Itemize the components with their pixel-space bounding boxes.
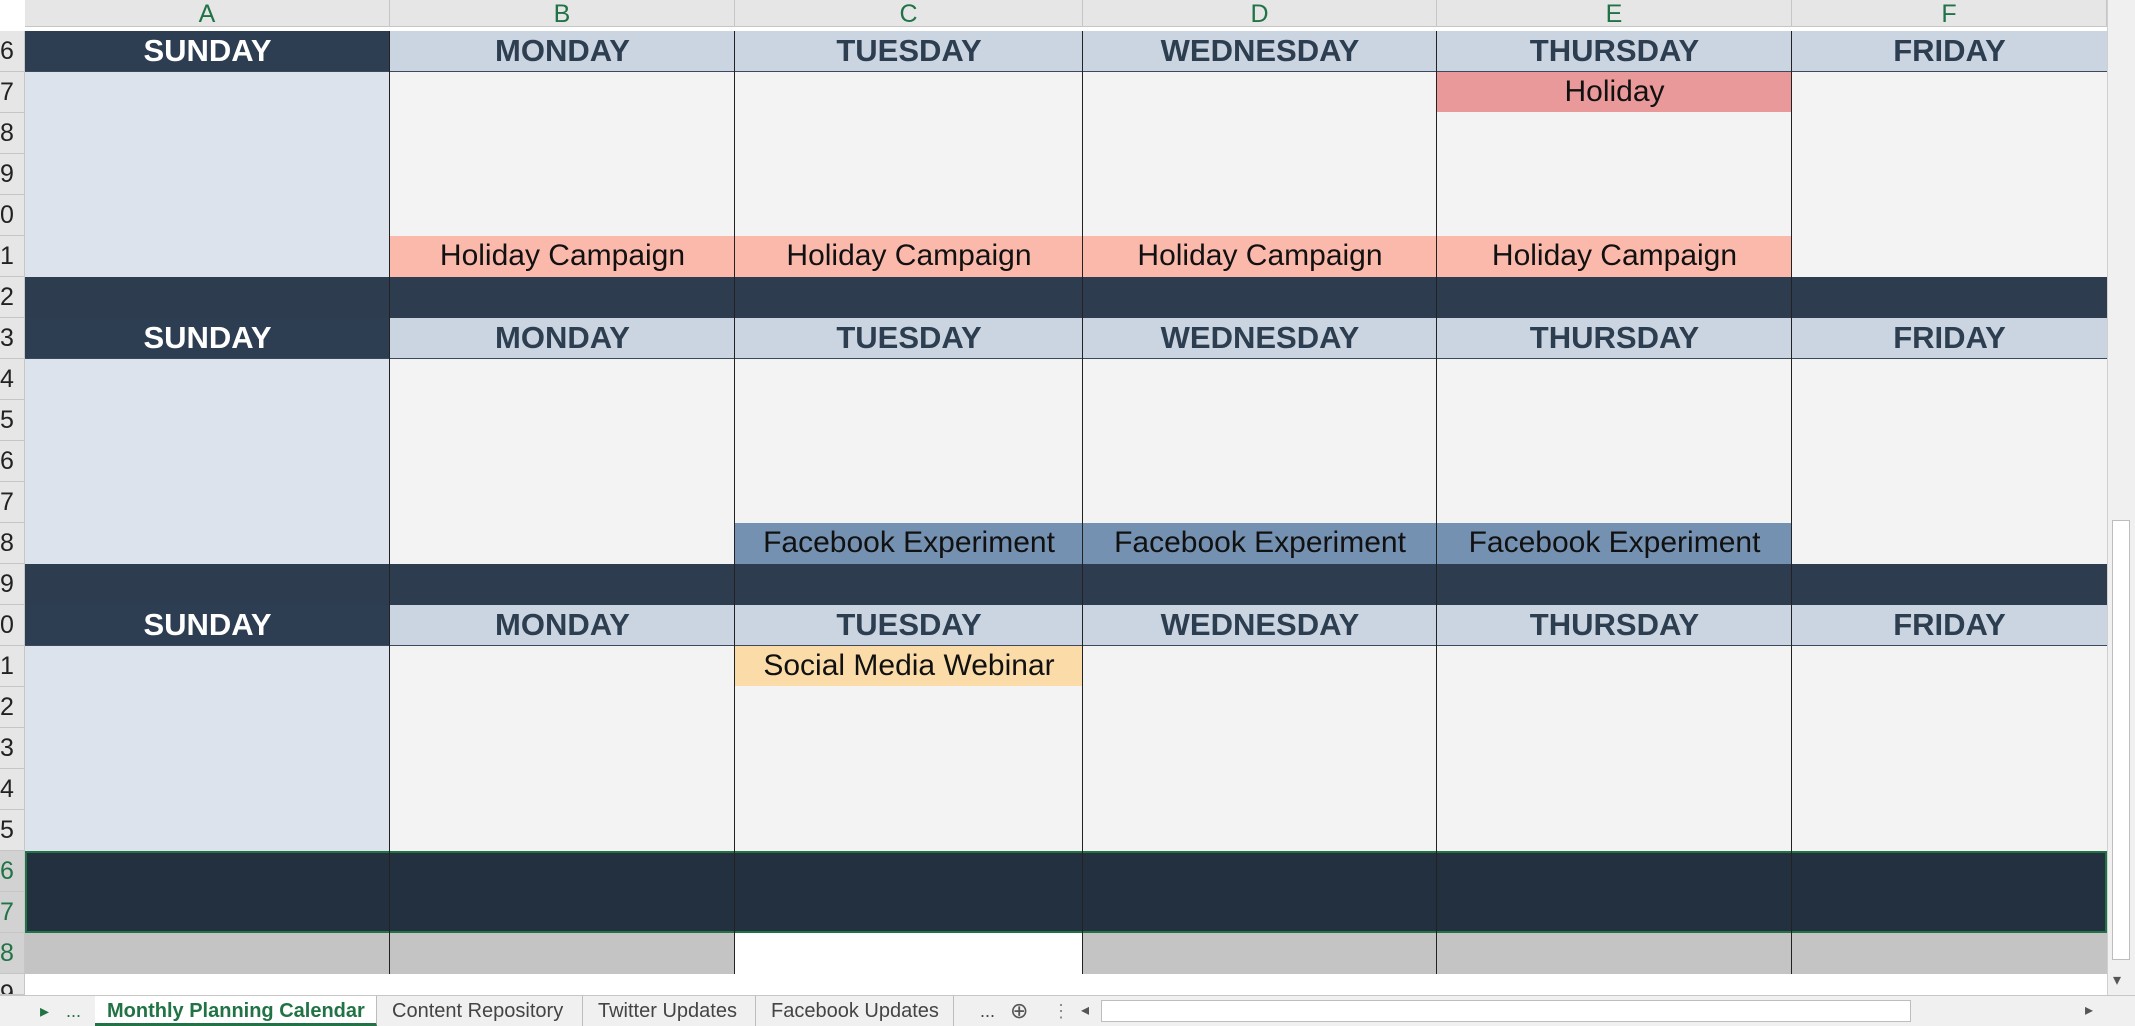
row-header[interactable]: 7 [0,72,25,113]
day-cell-wednesday[interactable] [1083,646,1437,851]
event-holiday-campaign[interactable]: Holiday Campaign [390,236,735,277]
tab-content-repository[interactable]: Content Repository [380,996,583,1026]
row-header[interactable]: 2 [0,687,25,728]
day-header-tuesday[interactable]: TUESDAY [735,605,1083,646]
selected-range[interactable] [25,851,2107,933]
row-header[interactable]: 9 [0,154,25,195]
day-cell-friday[interactable] [1792,646,2107,851]
day-header-friday[interactable]: FRIDAY [1792,605,2107,646]
event-facebook-experiment[interactable]: Facebook Experiment [1083,523,1437,564]
row-header[interactable]: 4 [0,769,25,810]
row-header[interactable]: 1 [0,236,25,277]
row-header[interactable]: 9 [0,564,25,605]
vertical-scroll-thumb[interactable] [2112,520,2130,960]
row-header-selected[interactable]: 7 [0,892,25,933]
row-header-selected[interactable]: 6 [0,851,25,892]
day-header-thursday[interactable]: THURSDAY [1437,31,1792,72]
row-header-selected[interactable]: 8 [0,933,25,974]
gray-row-cell[interactable] [25,933,390,974]
tab-bar-menu-icon[interactable]: ⋮ [1052,996,1070,1026]
day-header-friday[interactable]: FRIDAY [1792,31,2107,72]
row-header[interactable]: 0 [0,195,25,236]
column-header-d[interactable]: D [1083,0,1437,28]
day-header-tuesday[interactable]: TUESDAY [735,318,1083,359]
day-cell-friday[interactable] [1792,359,2107,564]
week-separator [25,564,2107,605]
sheet-tab-bar: ▸ ... Monthly Planning Calendar Content … [0,995,2135,1026]
gray-row-cell[interactable] [1083,933,1437,974]
day-header-monday[interactable]: MONDAY [390,318,735,359]
row-header[interactable]: 9 [0,974,25,995]
column-border [734,31,735,974]
row-header[interactable]: 4 [0,359,25,400]
horizontal-scrollbar[interactable]: ◂ ▸ [1075,998,2135,1024]
row-header[interactable]: 8 [0,113,25,154]
day-header-friday[interactable]: FRIDAY [1792,318,2107,359]
day-header-wednesday[interactable]: WEDNESDAY [1083,31,1437,72]
tab-scroll-next-icon[interactable]: ▸ [40,996,49,1026]
column-border [1436,31,1437,974]
row-header[interactable]: 6 [0,31,25,72]
gray-row-cell[interactable] [390,933,735,974]
column-border [1791,31,1792,974]
day-header-thursday[interactable]: THURSDAY [1437,318,1792,359]
event-holiday-campaign[interactable]: Holiday Campaign [1437,236,1792,277]
column-border [1082,31,1083,974]
gray-row-cell[interactable] [1792,933,2107,974]
day-header-monday[interactable]: MONDAY [390,605,735,646]
tab-more-left[interactable]: ... [66,996,81,1026]
row-header[interactable]: 7 [0,482,25,523]
vertical-scrollbar[interactable]: ▾ [2107,0,2135,995]
column-header-b[interactable]: B [390,0,735,28]
white-row-cell[interactable] [735,933,1083,974]
add-sheet-icon[interactable]: ⊕ [1010,996,1028,1026]
row-header[interactable]: 2 [0,277,25,318]
day-header-thursday[interactable]: THURSDAY [1437,605,1792,646]
column-header-a[interactable]: A [25,0,390,28]
day-header-wednesday[interactable]: WEDNESDAY [1083,318,1437,359]
tab-facebook-updates[interactable]: Facebook Updates [759,996,954,1026]
row-header[interactable]: 8 [0,523,25,564]
day-cell-monday[interactable] [390,646,735,851]
event-facebook-experiment[interactable]: Facebook Experiment [735,523,1083,564]
column-header-c[interactable]: C [735,0,1083,28]
row-header[interactable]: 3 [0,728,25,769]
day-header-monday[interactable]: MONDAY [390,31,735,72]
day-header-sunday[interactable]: SUNDAY [25,31,390,72]
day-cell-sunday[interactable] [25,359,390,564]
day-cell-monday[interactable] [390,359,735,564]
column-header-e[interactable]: E [1437,0,1792,28]
column-border [389,31,390,974]
row-header[interactable]: 5 [0,810,25,851]
tab-more-right[interactable]: ... [980,996,995,1026]
day-header-tuesday[interactable]: TUESDAY [735,31,1083,72]
day-cell-thursday[interactable] [1437,646,1792,851]
horizontal-scroll-thumb[interactable] [1101,1000,1911,1022]
gray-row-cell[interactable] [1437,933,1792,974]
day-cell-friday[interactable] [1792,72,2107,277]
row-header[interactable]: 3 [0,318,25,359]
day-header-sunday[interactable]: SUNDAY [25,318,390,359]
scroll-down-icon[interactable]: ▾ [2113,970,2121,990]
week-separator [25,277,2107,318]
event-holiday-campaign[interactable]: Holiday Campaign [1083,236,1437,277]
day-header-wednesday[interactable]: WEDNESDAY [1083,605,1437,646]
day-cell-sunday[interactable] [25,72,390,277]
day-cell-sunday[interactable] [25,646,390,851]
scroll-right-icon[interactable]: ▸ [2085,998,2093,1024]
event-holiday[interactable]: Holiday [1437,72,1792,112]
tab-monthly-planning-calendar[interactable]: Monthly Planning Calendar [95,996,377,1026]
column-header-f[interactable]: F [1792,0,2107,28]
event-facebook-experiment[interactable]: Facebook Experiment [1437,523,1792,564]
row-header[interactable]: 0 [0,605,25,646]
scroll-left-icon[interactable]: ◂ [1081,998,1089,1024]
row-header[interactable]: 1 [0,646,25,687]
event-holiday-campaign[interactable]: Holiday Campaign [735,236,1083,277]
spreadsheet-grid[interactable]: A B C D E F 6 7 8 9 0 1 2 3 4 5 6 7 8 9 … [0,0,2135,995]
row-header[interactable]: 5 [0,400,25,441]
row-header[interactable]: 6 [0,441,25,482]
tab-twitter-updates[interactable]: Twitter Updates [586,996,756,1026]
day-header-sunday[interactable]: SUNDAY [25,605,390,646]
event-social-media-webinar[interactable]: Social Media Webinar [735,646,1083,686]
